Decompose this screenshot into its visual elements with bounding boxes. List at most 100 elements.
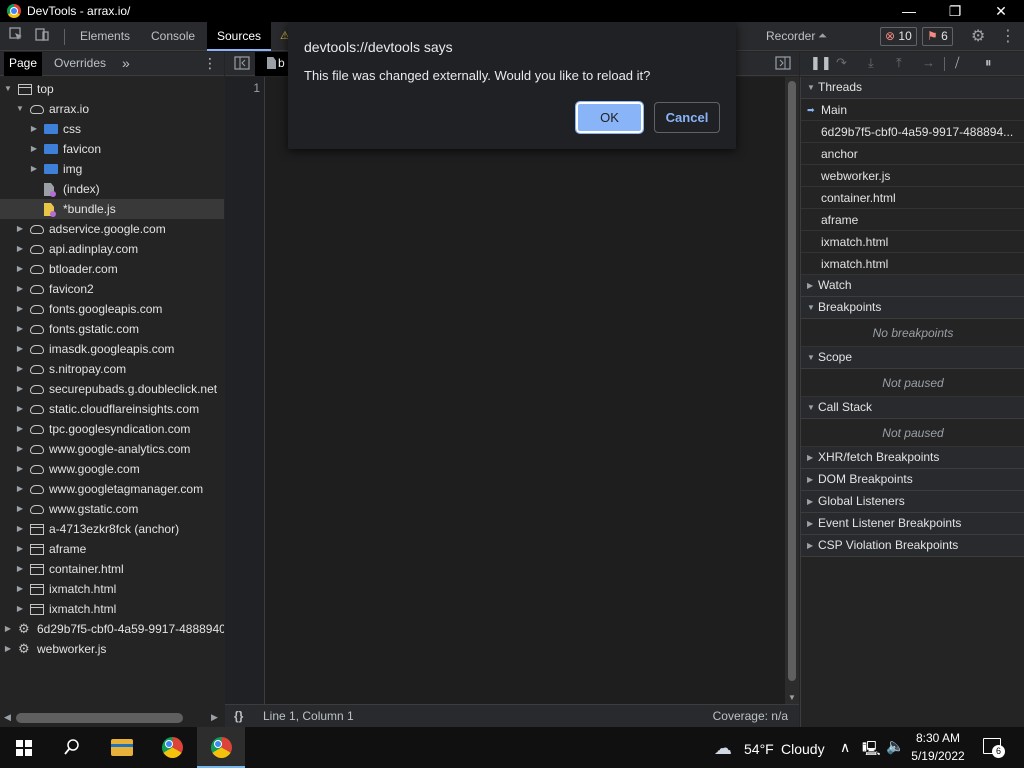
tree-item[interactable]: ▶ aframe [0, 539, 224, 559]
tab-page[interactable]: Page [4, 52, 43, 76]
pretty-print-icon[interactable]: {} [234, 705, 243, 727]
collapsed-arrow-icon[interactable]: ▶ [3, 639, 13, 659]
tab-elements[interactable]: Elements [70, 22, 140, 51]
thread-item[interactable]: ➡ Main [801, 99, 1024, 121]
tab-recorder[interactable]: Recorder [756, 22, 825, 51]
thread-item[interactable]: anchor [801, 143, 1024, 165]
tree-item[interactable]: ▼ top [0, 79, 224, 99]
dom-breakpoints-section-header[interactable]: ▶ DOM Breakpoints [801, 469, 1024, 491]
csp-violation-breakpoints-section-header[interactable]: ▶ CSP Violation Breakpoints [801, 535, 1024, 557]
tree-item[interactable]: ▶ adservice.google.com [0, 219, 224, 239]
tree-item[interactable]: ▶ ⚙ 6d29b7f5-cbf0-4a59-9917-4888940 [0, 619, 224, 639]
volume-icon[interactable]: 🔈 [886, 737, 905, 755]
step-out-icon[interactable]: ⤒ [896, 55, 902, 71]
thread-item[interactable]: aframe [801, 209, 1024, 231]
tree-item[interactable]: ▶ static.cloudflareinsights.com [0, 399, 224, 419]
tree-item[interactable]: ▶ img [0, 159, 224, 179]
collapsed-arrow-icon[interactable]: ▶ [29, 119, 39, 139]
close-button[interactable]: ✕ [978, 0, 1024, 22]
collapsed-arrow-icon[interactable]: ▶ [15, 479, 25, 499]
pause-icon[interactable]: ❚❚ [810, 55, 832, 71]
maximize-button[interactable]: ❐ [932, 0, 978, 22]
thread-item[interactable]: ixmatch.html [801, 253, 1024, 275]
network-icon[interactable]: 🖳 [862, 738, 881, 762]
collapsed-arrow-icon[interactable]: ▶ [15, 559, 25, 579]
collapsed-arrow-icon[interactable]: ▶ [15, 259, 25, 279]
tree-item[interactable]: ▶ fonts.googleapis.com [0, 299, 224, 319]
inspect-element-icon[interactable] [9, 22, 23, 51]
tree-item[interactable]: ▶ s.nitropay.com [0, 359, 224, 379]
event-listener-breakpoints-section-header[interactable]: ▶ Event Listener Breakpoints [801, 513, 1024, 535]
ok-button[interactable]: OK [575, 101, 644, 134]
breakpoints-section-header[interactable]: ▼ Breakpoints [801, 297, 1024, 319]
deactivate-breakpoints-icon[interactable]: ⧸ [955, 55, 959, 71]
scope-section-header[interactable]: ▼ Scope [801, 347, 1024, 369]
collapsed-arrow-icon[interactable]: ▶ [29, 139, 39, 159]
tree-horizontal-scrollbar[interactable]: ◀ ▶ [0, 709, 224, 727]
scrollbar-thumb[interactable] [788, 81, 796, 681]
tree-item[interactable]: ▶ btloader.com [0, 259, 224, 279]
collapsed-arrow-icon[interactable]: ▶ [15, 299, 25, 319]
toggle-debugger-icon[interactable] [775, 56, 791, 73]
collapsed-arrow-icon[interactable]: ▶ [15, 459, 25, 479]
notification-center-icon[interactable]: 6 [983, 738, 1005, 758]
tab-console[interactable]: Console [141, 22, 205, 51]
tree-item[interactable]: ▶ www.google.com [0, 459, 224, 479]
file-explorer-button[interactable] [98, 727, 146, 768]
scroll-left-icon[interactable]: ◀ [4, 712, 11, 723]
device-toolbar-icon[interactable] [35, 22, 49, 51]
collapsed-arrow-icon[interactable]: ▶ [15, 439, 25, 459]
scroll-down-icon[interactable]: ▼ [788, 693, 796, 702]
tree-item[interactable]: ▶ a-4713ezkr8fck (anchor) [0, 519, 224, 539]
tree-item[interactable]: ▶ www.google-analytics.com [0, 439, 224, 459]
tree-item[interactable]: ▶ tpc.googlesyndication.com [0, 419, 224, 439]
tree-item[interactable]: ▶ favicon [0, 139, 224, 159]
editor-vertical-scrollbar[interactable]: ▼ [785, 77, 799, 704]
tree-item[interactable]: ▶ container.html [0, 559, 224, 579]
watch-section-header[interactable]: ▶ Watch [801, 275, 1024, 297]
collapsed-arrow-icon[interactable]: ▶ [15, 399, 25, 419]
editor-file-tab[interactable]: b [255, 52, 289, 76]
tab-overrides[interactable]: Overrides [49, 52, 111, 76]
collapsed-arrow-icon[interactable]: ▶ [15, 319, 25, 339]
weather-condition[interactable]: Cloudy [781, 741, 825, 757]
thread-item[interactable]: container.html [801, 187, 1024, 209]
tree-item[interactable]: ▶ api.adinplay.com [0, 239, 224, 259]
tree-item[interactable]: ▶ securepubads.g.doubleclick.net [0, 379, 224, 399]
collapsed-arrow-icon[interactable]: ▶ [15, 359, 25, 379]
code-editor[interactable]: 1 ▼ [225, 77, 799, 704]
cancel-button[interactable]: Cancel [654, 102, 720, 133]
global-listeners-section-header[interactable]: ▶ Global Listeners [801, 491, 1024, 513]
collapsed-arrow-icon[interactable]: ▶ [15, 279, 25, 299]
temperature[interactable]: 54°F [744, 741, 774, 757]
collapsed-arrow-icon[interactable]: ▶ [15, 419, 25, 439]
scroll-right-icon[interactable]: ▶ [211, 712, 218, 723]
toggle-navigator-icon[interactable] [234, 56, 250, 73]
start-button[interactable] [0, 727, 48, 768]
collapsed-arrow-icon[interactable]: ▶ [15, 379, 25, 399]
search-button[interactable] [48, 727, 96, 768]
thread-item[interactable]: webworker.js [801, 165, 1024, 187]
tree-item[interactable]: ▶ ixmatch.html [0, 579, 224, 599]
collapsed-arrow-icon[interactable]: ▶ [15, 339, 25, 359]
tree-item[interactable]: (index) [0, 179, 224, 199]
collapsed-arrow-icon[interactable]: ▶ [15, 599, 25, 619]
tree-item[interactable]: ▶ imasdk.googleapis.com [0, 339, 224, 359]
collapsed-arrow-icon[interactable]: ▶ [15, 219, 25, 239]
xhr-breakpoints-section-header[interactable]: ▶ XHR/fetch Breakpoints [801, 447, 1024, 469]
collapsed-arrow-icon[interactable]: ▶ [15, 499, 25, 519]
collapsed-arrow-icon[interactable]: ▶ [15, 579, 25, 599]
collapsed-arrow-icon[interactable]: ▶ [3, 619, 13, 639]
tab-sources[interactable]: Sources [207, 22, 272, 51]
collapsed-arrow-icon[interactable]: ▶ [15, 539, 25, 559]
step-into-icon[interactable]: ⤓ [868, 55, 874, 71]
tree-item[interactable]: ▶ fonts.gstatic.com [0, 319, 224, 339]
devtools-taskbar-button[interactable] [197, 727, 245, 768]
tree-item[interactable]: ▶ www.googletagmanager.com [0, 479, 224, 499]
tree-item[interactable]: ▼ arrax.io [0, 99, 224, 119]
more-options-icon[interactable]: ⋮ [1000, 22, 1016, 51]
collapsed-arrow-icon[interactable]: ▶ [29, 159, 39, 179]
threads-section-header[interactable]: ▼ Threads [801, 77, 1024, 99]
settings-gear-icon[interactable]: ⚙ [971, 22, 985, 51]
pause-on-exceptions-icon[interactable]: ⏸ [985, 55, 992, 71]
